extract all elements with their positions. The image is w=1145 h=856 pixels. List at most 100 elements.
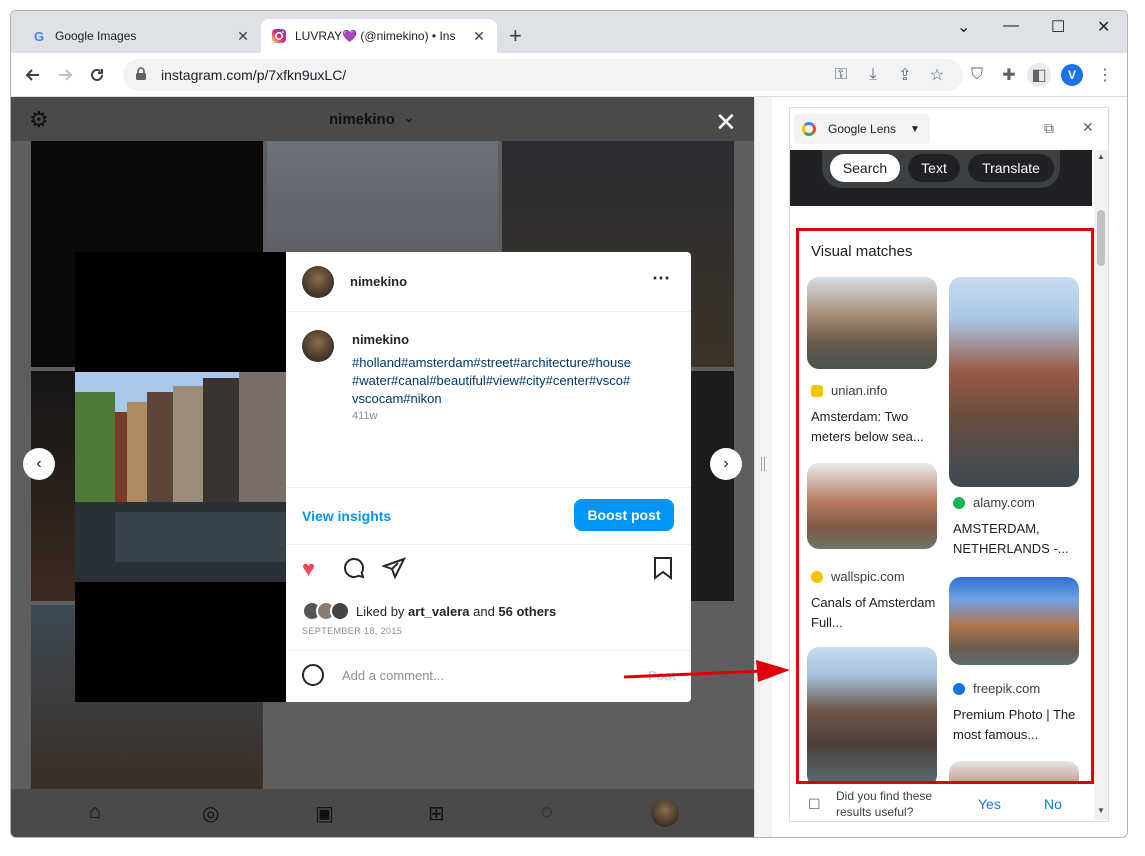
minimize-icon[interactable]: — [1003,17,1019,35]
unian-favicon-icon [811,384,823,397]
share-icon[interactable]: ⇪ [893,63,917,87]
side-panel-resize-handle[interactable] [754,97,772,837]
google-logo-icon [802,122,816,136]
close-icon[interactable]: ✕ [471,28,487,45]
divider [286,650,691,651]
liker-avatar [330,601,350,621]
caption-avatar[interactable] [302,330,334,362]
tab-text[interactable]: Text [908,154,960,182]
window-close-icon[interactable]: ✕ [1097,17,1110,37]
instagram-icon [271,28,287,44]
open-in-new-tab-icon[interactable]: ⧉ [1044,120,1054,137]
share-send-icon[interactable] [381,556,406,586]
liked-by-others[interactable]: 56 others [498,604,556,619]
liked-by-text[interactable]: Liked by art_valera and 56 others [356,604,556,619]
messenger-icon[interactable]: ◌ [541,801,553,824]
result-title[interactable]: Amsterdam: Two meters below sea... [811,407,939,447]
lock-icon[interactable] [135,66,151,84]
liked-by-prefix: Liked by [356,604,409,619]
tab-title: Google Images [55,29,137,43]
feedback-no-button[interactable]: No [1044,796,1062,812]
feedback-yes-button[interactable]: Yes [978,796,1001,812]
tab-search[interactable]: Search [830,154,900,182]
close-modal-icon[interactable]: ✕ [715,109,737,135]
chevron-down-icon[interactable]: ⌄ [403,109,415,126]
maximize-icon[interactable]: ☐ [1051,17,1065,37]
profile-avatar[interactable]: V [1061,64,1083,86]
side-panel-selector[interactable]: Google Lens ▼ [794,114,930,144]
home-icon[interactable]: ⌂ [89,801,101,824]
emoji-icon[interactable] [302,664,324,686]
scroll-up-icon[interactable]: ▲ [1097,152,1105,161]
scrollbar-thumb[interactable] [1097,210,1105,266]
result-title[interactable]: Canals of Amsterdam Full... [811,593,939,633]
install-icon[interactable]: ⤓ [861,63,885,87]
post-username[interactable]: nimekino [350,274,407,289]
liked-by-user[interactable]: art_valera [408,604,469,619]
bottom-nav: ⌂ ◎ ▣ ⊞ ◌ [11,789,754,837]
comment-input[interactable]: Add a comment... [342,668,444,683]
feedback-bar: ☐ Did you find these results useful? Yes… [790,786,1092,822]
result-source[interactable]: unian.info [811,383,887,398]
reload-icon[interactable] [85,63,109,87]
post-caption[interactable]: #holland#amsterdam#street#architecture#h… [352,354,672,408]
profile-avatar[interactable] [651,799,679,827]
scroll-down-icon[interactable]: ▼ [1097,806,1105,815]
post-date: SEPTEMBER 18, 2015 [302,626,403,636]
previous-post-button[interactable]: ‹ [23,448,55,480]
post-age: 411w [352,410,378,422]
result-thumbnail[interactable] [807,463,937,549]
forward-icon[interactable] [53,63,77,87]
profile-username[interactable]: nimekino [329,111,395,128]
result-title[interactable]: AMSTERDAM, NETHERLANDS -... [953,519,1081,559]
boost-post-button[interactable]: Boost post [574,499,674,531]
post-details-panel: nimekino ⋯ nimekino #holland#amsterdam#s… [286,252,691,702]
comment-icon[interactable] [342,556,366,586]
reels-icon[interactable]: ▣ [315,801,334,826]
tab-search-icon[interactable]: ⌄ [957,17,970,37]
profile-header: ⚙ nimekino ⌄ [11,97,754,141]
post-image[interactable] [75,372,286,582]
bookmark-star-icon[interactable]: ☆ [925,63,949,87]
menu-kebab-icon[interactable]: ⋮ [1093,63,1117,87]
explore-compass-icon[interactable]: ◎ [202,801,219,826]
view-insights-link[interactable]: View insights [302,508,391,524]
save-bookmark-icon[interactable] [652,556,674,586]
new-tab-icon[interactable]: + [509,25,522,47]
author-avatar[interactable] [302,266,334,298]
side-panel-icon[interactable]: ◧ [1027,63,1051,87]
like-heart-icon[interactable]: ♥ [302,556,315,582]
mode-tabs: Search Text Translate [822,150,1060,188]
create-plus-icon[interactable]: ⊞ [428,801,445,826]
next-post-button[interactable]: › [710,448,742,480]
url-text: instagram.com/p/7xfkn9uxLC/ [161,67,347,83]
extensions-puzzle-icon[interactable]: ✚ [997,63,1021,87]
result-source[interactable]: freepik.com [953,681,1040,696]
settings-gear-icon[interactable]: ⚙ [29,107,49,133]
source-text: freepik.com [973,681,1041,696]
result-thumbnail[interactable] [949,277,1079,487]
tab-instagram[interactable]: LUVRAY💜 (@nimekino) • Ins ✕ [261,19,497,53]
result-thumbnail[interactable] [949,761,1079,781]
tab-strip: G Google Images ✕ LUVRAY💜 (@nimekino) • … [11,11,1127,53]
result-thumbnail[interactable] [807,647,937,781]
more-options-icon[interactable]: ⋯ [652,268,670,289]
result-source[interactable]: alamy.com [953,495,1035,510]
tab-google-images[interactable]: G Google Images ✕ [21,19,261,53]
key-icon[interactable]: ⚿ [829,63,853,87]
result-thumbnail[interactable] [807,277,937,369]
panel-scrollbar[interactable]: ▲ ▼ [1094,150,1108,820]
result-source[interactable]: wallspic.com [811,569,905,584]
tab-translate[interactable]: Translate [968,154,1054,182]
extension-shield-icon[interactable]: ⛉ [965,63,989,87]
browser-window: G Google Images ✕ LUVRAY💜 (@nimekino) • … [10,10,1128,838]
close-panel-icon[interactable]: ✕ [1082,119,1094,136]
freepik-favicon-icon [953,682,965,695]
result-title[interactable]: Premium Photo | The most famous... [953,705,1081,745]
close-icon[interactable]: ✕ [235,28,251,45]
wallspic-favicon-icon [811,570,823,583]
back-icon[interactable] [21,63,45,87]
result-thumbnail[interactable] [949,577,1079,665]
divider [286,487,691,488]
caption-username[interactable]: nimekino [352,332,409,347]
